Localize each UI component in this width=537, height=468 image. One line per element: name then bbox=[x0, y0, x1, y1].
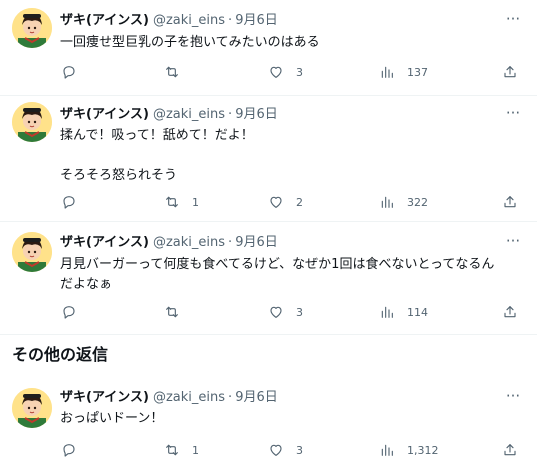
tweet-date[interactable]: 9月6日 bbox=[235, 107, 278, 122]
separator-dot: · bbox=[228, 235, 233, 250]
like-count: 3 bbox=[296, 305, 303, 319]
like-button[interactable]: 3 bbox=[268, 440, 303, 460]
share-button[interactable] bbox=[502, 62, 518, 82]
views-icon bbox=[379, 442, 395, 458]
tweet-date[interactable]: 9月6日 bbox=[235, 390, 278, 405]
retweet-button[interactable]: 1 bbox=[164, 440, 199, 460]
retweet-icon bbox=[164, 64, 180, 80]
reply-button[interactable] bbox=[61, 192, 89, 212]
views-icon bbox=[379, 194, 395, 210]
share-button[interactable] bbox=[502, 440, 518, 460]
share-icon bbox=[502, 64, 518, 80]
more-icon[interactable]: ··· bbox=[503, 388, 523, 408]
reply-icon bbox=[61, 442, 77, 458]
views-icon bbox=[379, 304, 395, 320]
like-icon bbox=[268, 304, 284, 320]
more-icon[interactable]: ··· bbox=[503, 105, 523, 125]
avatar[interactable] bbox=[12, 8, 52, 48]
views-icon bbox=[379, 64, 395, 80]
avatar[interactable] bbox=[12, 232, 52, 272]
tweet-header: ザキ(アインス) @zaki_eins · 9月6日 bbox=[60, 233, 278, 253]
action-bar: 3 114 bbox=[0, 302, 537, 322]
like-icon bbox=[268, 194, 284, 210]
tweet-text: 揉んで！吸って！舐めて！だよ！ そろそろ怒られそう bbox=[60, 128, 254, 183]
retweet-button[interactable]: 1 bbox=[164, 192, 199, 212]
share-icon bbox=[502, 194, 518, 210]
like-button[interactable]: 2 bbox=[268, 192, 303, 212]
section-title: その他の返信 bbox=[12, 345, 109, 364]
like-count: 3 bbox=[296, 65, 303, 79]
separator-dot: · bbox=[228, 13, 233, 28]
reply-icon bbox=[61, 64, 77, 80]
more-icon[interactable]: ··· bbox=[503, 233, 523, 253]
share-icon bbox=[502, 304, 518, 320]
like-button[interactable]: 3 bbox=[268, 62, 303, 82]
views-count: 322 bbox=[407, 195, 428, 209]
tweet-text: 一回痩せ型巨乳の子を抱いてみたいのはある bbox=[60, 35, 320, 50]
retweet-count: 1 bbox=[192, 443, 199, 457]
share-icon bbox=[502, 442, 518, 458]
tweet[interactable]: ザキ(アインス) @zaki_eins · 9月6日 ··· おっぱいドーン！ 131… bbox=[0, 378, 537, 468]
author-handle[interactable]: @zaki_eins bbox=[153, 13, 225, 28]
author-name[interactable]: ザキ(アインス) bbox=[60, 107, 149, 122]
retweet-icon bbox=[164, 442, 180, 458]
views-button[interactable]: 114 bbox=[379, 302, 428, 322]
avatar[interactable] bbox=[12, 102, 52, 142]
avatar[interactable] bbox=[12, 388, 52, 428]
tweet-date[interactable]: 9月6日 bbox=[235, 13, 278, 28]
like-count: 2 bbox=[296, 195, 303, 209]
tweet[interactable]: ザキ(アインス) @zaki_eins · 9月6日 ··· 月見バーガーって何度も食… bbox=[0, 222, 537, 334]
views-button[interactable]: 322 bbox=[379, 192, 428, 212]
share-button[interactable] bbox=[502, 302, 518, 322]
reply-icon bbox=[61, 194, 77, 210]
reply-button[interactable] bbox=[61, 62, 89, 82]
share-button[interactable] bbox=[502, 192, 518, 212]
author-handle[interactable]: @zaki_eins bbox=[153, 390, 225, 405]
reply-button[interactable] bbox=[61, 302, 89, 322]
tweet-text: おっぱいドーン！ bbox=[60, 411, 164, 426]
author-handle[interactable]: @zaki_eins bbox=[153, 107, 225, 122]
like-count: 3 bbox=[296, 443, 303, 457]
retweet-count: 1 bbox=[192, 195, 199, 209]
tweet-date[interactable]: 9月6日 bbox=[235, 235, 278, 250]
tweet-text: 月見バーガーって何度も食べてるけど、なぜか1回は食べないとってなるん だよなぁ bbox=[60, 257, 495, 292]
action-bar: 1 3 1,312 bbox=[0, 440, 537, 460]
views-button[interactable]: 137 bbox=[379, 62, 428, 82]
author-name[interactable]: ザキ(アインス) bbox=[60, 235, 149, 250]
retweet-icon bbox=[164, 304, 180, 320]
like-icon bbox=[268, 442, 284, 458]
more-icon[interactable]: ··· bbox=[503, 11, 523, 31]
author-name[interactable]: ザキ(アインス) bbox=[60, 390, 149, 405]
like-button[interactable]: 3 bbox=[268, 302, 303, 322]
views-count: 137 bbox=[407, 65, 428, 79]
tweet-header: ザキ(アインス) @zaki_eins · 9月6日 bbox=[60, 11, 278, 31]
divider bbox=[0, 334, 537, 335]
reply-icon bbox=[61, 304, 77, 320]
reply-button[interactable] bbox=[61, 440, 89, 460]
retweet-icon bbox=[164, 194, 180, 210]
author-name[interactable]: ザキ(アインス) bbox=[60, 13, 149, 28]
tweet[interactable]: ザキ(アインス) @zaki_eins · 9月6日 ··· 揉んで！吸って！舐めて！… bbox=[0, 96, 537, 221]
separator-dot: · bbox=[228, 107, 233, 122]
like-icon bbox=[268, 64, 284, 80]
tweet[interactable]: ザキ(アインス) @zaki_eins · 9月6日 ··· 一回痩せ型巨乳の子を抱い… bbox=[0, 0, 537, 95]
action-bar: 1 2 322 bbox=[0, 192, 537, 212]
author-handle[interactable]: @zaki_eins bbox=[153, 235, 225, 250]
separator-dot: · bbox=[228, 390, 233, 405]
views-count: 114 bbox=[407, 305, 428, 319]
views-count: 1,312 bbox=[407, 443, 439, 457]
tweet-header: ザキ(アインス) @zaki_eins · 9月6日 bbox=[60, 388, 278, 408]
tweet-header: ザキ(アインス) @zaki_eins · 9月6日 bbox=[60, 105, 278, 125]
action-bar: 3 137 bbox=[0, 62, 537, 82]
retweet-button[interactable] bbox=[164, 62, 192, 82]
views-button[interactable]: 1,312 bbox=[379, 440, 439, 460]
retweet-button[interactable] bbox=[164, 302, 192, 322]
